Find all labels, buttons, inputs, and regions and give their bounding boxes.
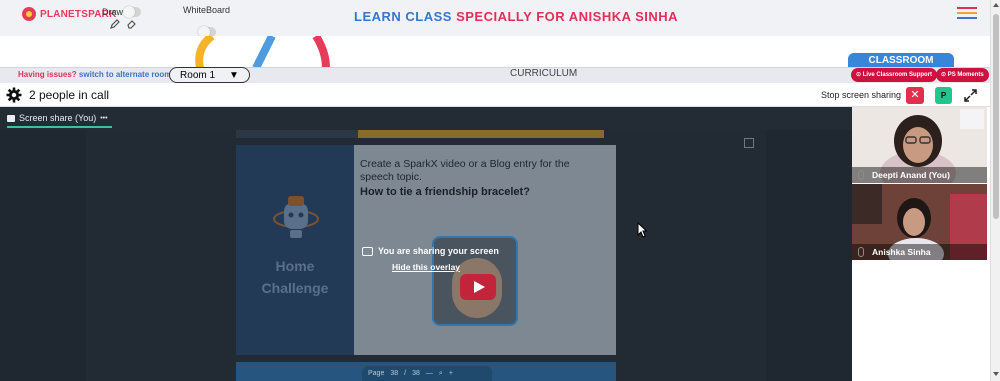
title-part-1: LEARN CLASS [354,9,457,24]
slide-left-panel [236,145,354,355]
zoom-out-button[interactable]: — [426,370,433,377]
screen-share-icon [362,246,373,256]
dropdown-arrow-icon: ▼ [229,69,239,81]
participant-name: Deepti Anand (You) [852,167,987,183]
fullscreen-icon[interactable] [962,87,979,104]
home-challenge-heading: Home Challenge [250,255,340,299]
live-support-button[interactable]: ⊙ Live Classroom Support [851,68,938,82]
page-controls: Page 38 / 38 — ⌕ + [362,366,492,381]
whiteboard-label: WhiteBoard [183,5,231,15]
zoom-icon[interactable]: ⌕ [439,370,443,378]
slide-instruction: Create a SparkX video or a Blog entry fo… [360,158,570,183]
participant-name: Anishka Sinha [852,244,987,260]
scroll-down-icon[interactable] [993,372,999,376]
participant-video-tile[interactable]: Deepti Anand (You) [852,107,987,183]
ps-moments-button[interactable]: ⊙ PS Moments [936,68,989,82]
menu-icon[interactable] [957,7,977,22]
page-separator: / [404,370,407,377]
participant-video-tile[interactable]: Anishka Sinha [852,184,987,260]
scroll-thumb[interactable] [993,14,999,219]
mouse-cursor-icon [637,222,647,238]
settings-gear-icon[interactable] [6,87,22,103]
page-current[interactable]: 38 [390,370,398,377]
gear-small-icon: ⊙ [941,72,947,78]
people-count: 2 people in call [29,88,110,102]
draw-label: Draw [102,7,124,17]
sharing-message: You are sharing your screen [378,246,499,256]
curriculum-tab[interactable]: CURRICULUM [510,68,577,79]
page-label: Page [368,370,385,377]
slide-topic: How to tie a friendship bracelet? [360,186,530,198]
popout-icon[interactable] [744,138,754,148]
logo-mark-icon [22,7,36,21]
live-support-label: Live Classroom Support [862,72,933,78]
zoom-in-button[interactable]: + [449,370,453,377]
robot-illustration [273,196,319,238]
page-scrollbar[interactable] [990,0,1000,381]
ps-moments-label: PS Moments [947,72,984,78]
screen-share-tab-label: Screen share (You) [19,113,97,123]
issue-text: Having issues? [18,70,77,79]
stop-sharing-label[interactable]: Stop screen sharing [821,90,901,100]
screen-share-tab[interactable]: Screen share (You) ••• [7,110,112,128]
scroll-up-icon[interactable] [993,3,999,7]
challenge-label: Challenge [261,280,329,296]
pencil-icon[interactable] [110,19,120,29]
more-options-icon[interactable]: ••• [100,115,107,122]
play-icon[interactable] [460,274,496,300]
stage-tab-bar [0,107,852,130]
sharing-overlay: You are sharing your screen Hide this ov… [362,246,499,272]
page-title: LEARN CLASS SPECIALLY FOR ANISHKA SINHA [354,9,678,24]
hide-overlay-link[interactable]: Hide this overlay [392,262,499,272]
decorative-banner [0,36,990,68]
eraser-icon[interactable] [126,19,136,29]
participant-avatar-button[interactable]: P [935,87,952,104]
room-select[interactable]: Room 1 ▼ [169,67,250,83]
room-select-value: Room 1 [180,69,216,81]
draw-toggle[interactable] [123,6,141,18]
stop-sharing-button[interactable]: ✕ [906,87,924,104]
screen-share-icon [7,114,15,122]
switch-room-link[interactable]: switch to alternate room [79,70,171,79]
title-part-2: SPECIALLY FOR ANISHKA SINHA [456,9,679,24]
issue-notice: Having issues? switch to alternate room [18,70,171,79]
home-label: Home [275,258,315,274]
slide-top-strip [236,130,604,138]
page-total: 38 [412,370,420,377]
decorative-arcs [195,36,330,68]
gear-small-icon: ⊙ [856,72,862,78]
